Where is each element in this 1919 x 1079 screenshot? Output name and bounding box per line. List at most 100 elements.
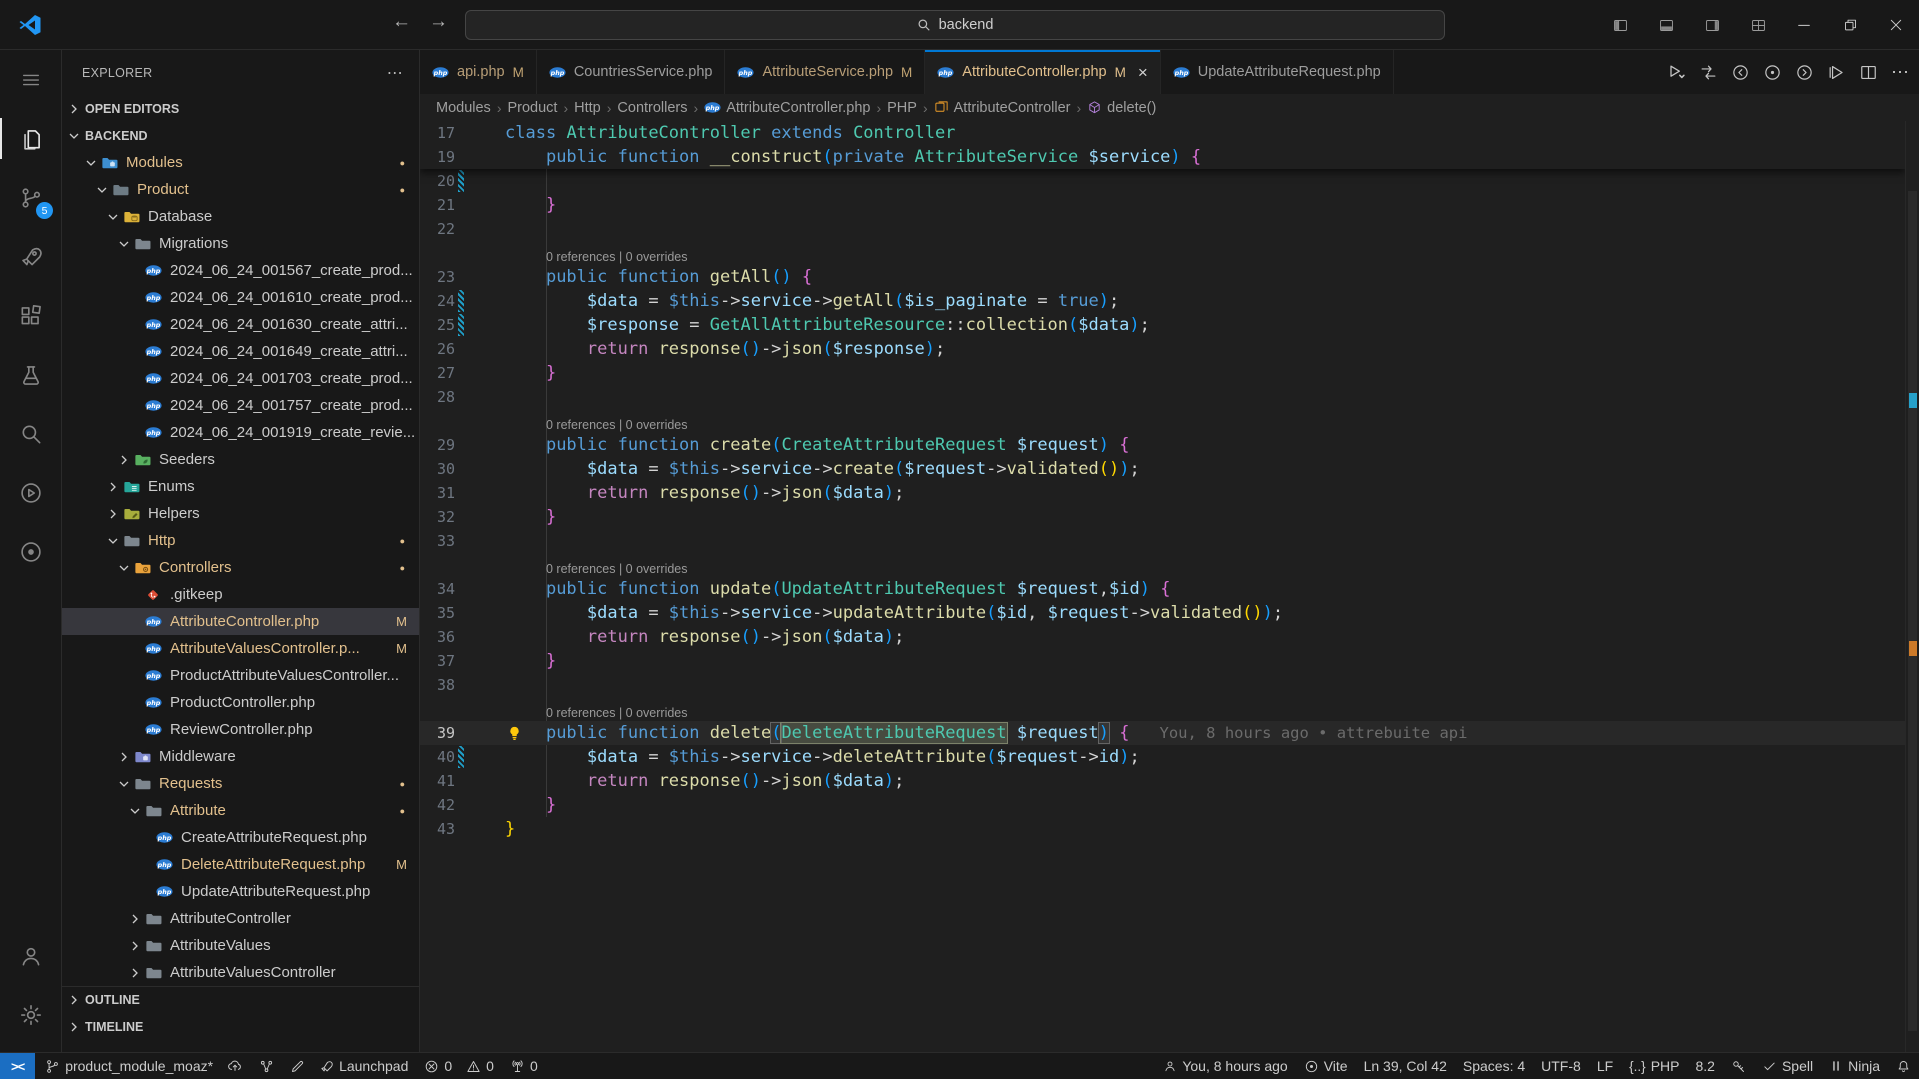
outline-section[interactable]: OUTLINE: [62, 986, 419, 1013]
tree-item-helpers[interactable]: Helpers: [62, 500, 420, 527]
status-ports[interactable]: 0: [502, 1053, 546, 1079]
tree-item-2024-06-24-001610-create-prod-[interactable]: php2024_06_24_001610_create_prod...: [62, 284, 420, 311]
status-git-branch[interactable]: product_module_moaz*: [37, 1053, 251, 1079]
activitybar-launchpad[interactable]: [0, 227, 62, 286]
explorer-more-actions[interactable]: ⋯: [387, 63, 403, 83]
tree-item-middleware[interactable]: Middleware: [62, 743, 420, 770]
restore-button[interactable]: [1827, 0, 1873, 50]
activitybar-menu[interactable]: [0, 50, 62, 109]
breadcrumb-item-product[interactable]: Product: [507, 100, 557, 116]
codelens[interactable]: 0 references | 0 overrides: [420, 553, 1905, 577]
toggle-panel-button[interactable]: [1643, 0, 1689, 50]
tree-item-attributecontroller-php[interactable]: phpAttributeController.phpM: [62, 608, 420, 635]
activitybar-testing[interactable]: [0, 345, 62, 404]
breadcrumb-item-attributecontroller-php[interactable]: phpAttributeController.php: [704, 99, 870, 116]
status-vite[interactable]: Vite: [1296, 1053, 1356, 1079]
tree-item-createattributerequest-php[interactable]: phpCreateAttributeRequest.php: [62, 824, 420, 851]
status-eol[interactable]: LF: [1589, 1053, 1621, 1079]
tree-item-product[interactable]: Product●: [62, 176, 420, 203]
breadcrumb-item-attributecontroller[interactable]: AttributeController: [934, 100, 1071, 116]
status-blame-author[interactable]: You, 8 hours ago: [1155, 1053, 1295, 1079]
nav-back-button[interactable]: ←: [392, 11, 411, 33]
activitybar-accounts[interactable]: [0, 926, 62, 985]
run-file-button[interactable]: [1827, 63, 1846, 82]
tree-item-attributevaluescontroller[interactable]: AttributeValuesController: [62, 959, 420, 986]
codelens[interactable]: 0 references | 0 overrides: [420, 409, 1905, 433]
tree-item-2024-06-24-001703-create-prod-[interactable]: php2024_06_24_001703_create_prod...: [62, 365, 420, 392]
close-icon[interactable]: ×: [1138, 64, 1148, 81]
status-spell-checker[interactable]: Spell: [1754, 1053, 1821, 1079]
codelens[interactable]: 0 references | 0 overrides: [420, 241, 1905, 265]
tree-item--gitkeep[interactable]: .gitkeep: [62, 581, 420, 608]
status-php-version[interactable]: 8.2: [1687, 1053, 1722, 1079]
tree-item-requests[interactable]: Requests●: [62, 770, 420, 797]
scrollbar-slider[interactable]: [1908, 191, 1917, 1031]
activitybar-source-control[interactable]: 5: [0, 168, 62, 227]
tree-item-productcontroller-php[interactable]: phpProductController.php: [62, 689, 420, 716]
tree-item-attributecontroller[interactable]: AttributeController: [62, 905, 420, 932]
status-remote-indicator[interactable]: ><: [0, 1053, 35, 1079]
status-commit-graph[interactable]: [251, 1053, 282, 1079]
tree-item-2024-06-24-001757-create-prod-[interactable]: php2024_06_24_001757_create_prod...: [62, 392, 420, 419]
status-notifications[interactable]: [1888, 1053, 1919, 1079]
tree-item-2024-06-24-001649-create-attri-[interactable]: php2024_06_24_001649_create_attri...: [62, 338, 420, 365]
tree-item-migrations[interactable]: Migrations: [62, 230, 420, 257]
tab-countriesservice-php[interactable]: phpCountriesService.php: [537, 50, 726, 94]
workspace-root-section[interactable]: BACKEND: [62, 122, 419, 149]
breadcrumb-item-php[interactable]: PHP: [887, 100, 917, 116]
tab-attributeservice-php[interactable]: phpAttributeService.phpM: [725, 50, 925, 94]
status-cursor-position[interactable]: Ln 39, Col 42: [1356, 1053, 1455, 1079]
tree-item-2024-06-24-001567-create-prod-[interactable]: php2024_06_24_001567_create_prod...: [62, 257, 420, 284]
breadcrumb-item-http[interactable]: Http: [574, 100, 601, 116]
tree-item-attributevaluescontroller-p-[interactable]: phpAttributeValuesController.p...M: [62, 635, 420, 662]
customize-layout-button[interactable]: [1735, 0, 1781, 50]
tree-item-controllers[interactable]: Controllers●: [62, 554, 420, 581]
status-ninja[interactable]: Ninja: [1821, 1053, 1888, 1079]
status-license-key[interactable]: [1723, 1053, 1754, 1079]
breadcrumb-item-controllers[interactable]: Controllers: [617, 100, 687, 116]
activitybar-run-and-debug[interactable]: [0, 463, 62, 522]
tree-item-attribute[interactable]: Attribute●: [62, 797, 420, 824]
previous-change-button[interactable]: [1731, 63, 1750, 82]
breadcrumb-item-modules[interactable]: Modules: [436, 100, 491, 116]
tree-item-database[interactable]: Database: [62, 203, 420, 230]
next-change-button[interactable]: [1795, 63, 1814, 82]
run-php-button[interactable]: [1666, 62, 1686, 82]
tree-item-seeders[interactable]: Seeders: [62, 446, 420, 473]
tree-item-reviewcontroller-php[interactable]: phpReviewController.php: [62, 716, 420, 743]
open-changes-button[interactable]: [1763, 63, 1782, 82]
tree-item-attributevalues[interactable]: AttributeValues: [62, 932, 420, 959]
activitybar-inspect[interactable]: [0, 522, 62, 581]
compare-changes-button[interactable]: [1699, 63, 1718, 82]
code-editor[interactable]: 2021 }220 references | 0 overrides23 pub…: [420, 121, 1905, 1052]
toggle-primary-sidebar-button[interactable]: [1597, 0, 1643, 50]
status-language-mode[interactable]: {..}PHP: [1621, 1053, 1687, 1079]
codelens[interactable]: 0 references | 0 overrides: [420, 697, 1905, 721]
activitybar-extensions[interactable]: [0, 286, 62, 345]
tree-item-http[interactable]: Http●: [62, 527, 420, 554]
more-actions-button[interactable]: ⋯: [1891, 62, 1909, 83]
activitybar-search[interactable]: [0, 404, 62, 463]
status-launchpad[interactable]: Launchpad: [282, 1053, 416, 1079]
tree-item-modules[interactable]: Modules●: [62, 149, 420, 176]
command-center-search[interactable]: backend: [465, 10, 1445, 40]
tree-item-2024-06-24-001630-create-attri-[interactable]: php2024_06_24_001630_create_attri...: [62, 311, 420, 338]
open-editors-section[interactable]: OPEN EDITORS: [62, 95, 419, 122]
tab-updateattributerequest-php[interactable]: phpUpdateAttributeRequest.php: [1161, 50, 1394, 94]
tree-item-updateattributerequest-php[interactable]: phpUpdateAttributeRequest.php: [62, 878, 420, 905]
status-indentation[interactable]: Spaces: 4: [1455, 1053, 1533, 1079]
editor-scrollbar[interactable]: [1905, 121, 1919, 1052]
nav-forward-button[interactable]: →: [429, 11, 448, 33]
tree-item-enums[interactable]: Enums: [62, 473, 420, 500]
activitybar-manage[interactable]: [0, 985, 62, 1044]
minimize-button[interactable]: [1781, 0, 1827, 50]
status-encoding[interactable]: UTF-8: [1533, 1053, 1589, 1079]
tab-attributecontroller-php[interactable]: phpAttributeController.phpM×: [925, 50, 1160, 94]
tree-item-2024-06-24-001919-create-revie-[interactable]: php2024_06_24_001919_create_revie...: [62, 419, 420, 446]
split-editor-button[interactable]: [1859, 63, 1878, 82]
toggle-secondary-sidebar-button[interactable]: [1689, 0, 1735, 50]
close-button[interactable]: [1873, 0, 1919, 50]
tree-item-deleteattributerequest-php[interactable]: phpDeleteAttributeRequest.phpM: [62, 851, 420, 878]
status-problems[interactable]: 00: [416, 1053, 502, 1079]
tab-api-php[interactable]: phpapi.phpM: [420, 50, 537, 94]
